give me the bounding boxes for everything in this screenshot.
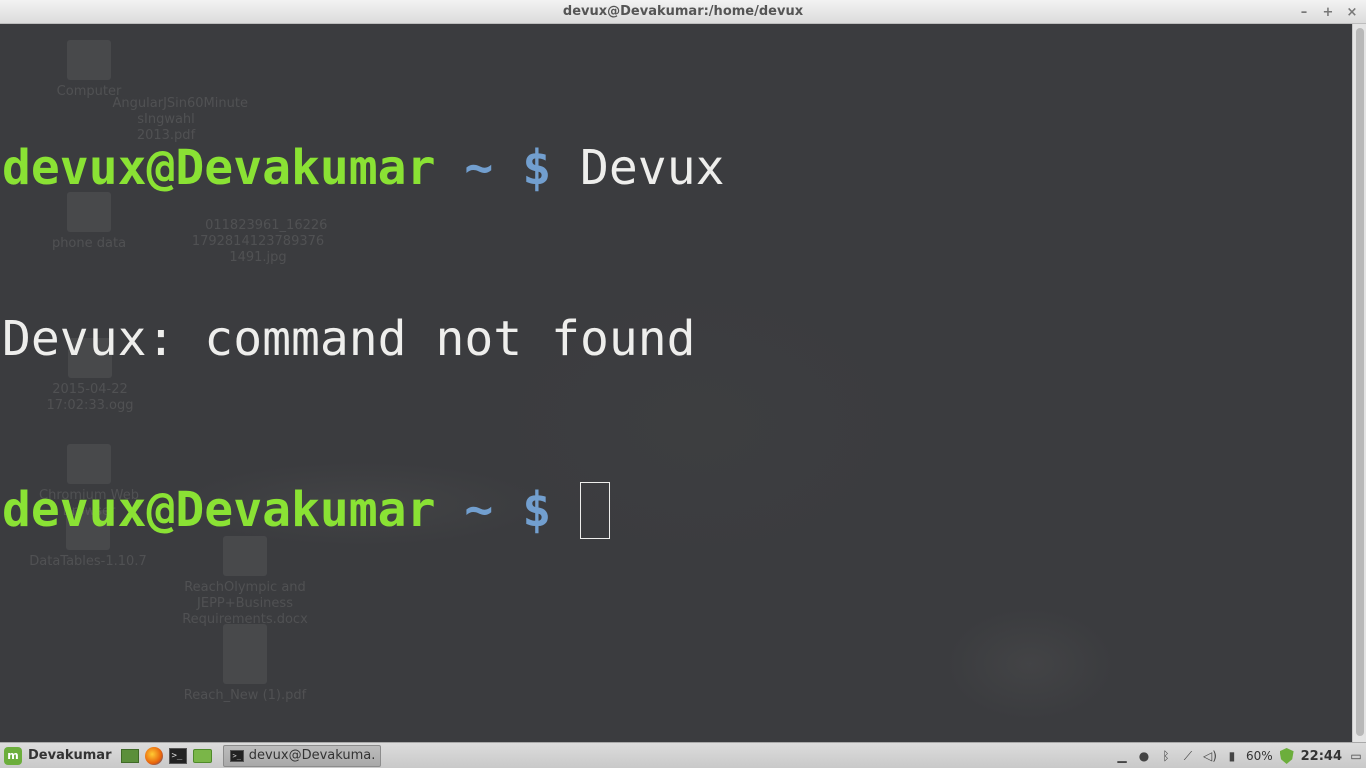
- task-label: devux@Devakuma...: [248, 748, 375, 763]
- command-text: Devux: [551, 140, 725, 196]
- user-icon[interactable]: ●: [1136, 748, 1152, 764]
- taskbar-panel: m Devakumar >_ >_ devux@Devakuma... ▁ ● …: [0, 742, 1366, 768]
- prompt-path: ~ $: [464, 482, 552, 538]
- firefox-launcher[interactable]: [143, 745, 165, 767]
- minimize-button[interactable]: –: [1296, 4, 1312, 20]
- menu-label: Devakumar: [28, 748, 112, 763]
- terminal-line: devux@Devakumar ~ $: [2, 482, 724, 539]
- terminal-icon: >_: [230, 749, 244, 762]
- terminal-line: devux@Devakumar ~ $ Devux: [2, 140, 724, 197]
- prompt-user: devux@Devakumar: [2, 482, 436, 538]
- terminal-icon: >_: [169, 747, 188, 764]
- mint-logo-icon: m: [4, 746, 22, 765]
- desktop-icon: [121, 748, 140, 763]
- terminal-launcher[interactable]: >_: [167, 745, 189, 767]
- window-titlebar[interactable]: devux@Devakumar:/home/devux – + ×: [0, 0, 1366, 24]
- network-icon[interactable]: ⟋: [1180, 748, 1196, 764]
- battery-level: 60%: [1245, 749, 1273, 763]
- close-button[interactable]: ×: [1344, 4, 1360, 20]
- keyboard-icon[interactable]: ▁: [1114, 748, 1130, 764]
- taskbar-window-terminal[interactable]: >_ devux@Devakuma...: [223, 744, 382, 767]
- text-cursor: [580, 482, 610, 539]
- terminal-output: devux@Devakumar ~ $ Devux Devux: command…: [2, 26, 724, 653]
- prompt-path: ~ $: [464, 140, 552, 196]
- prompt-user: devux@Devakumar: [2, 140, 436, 196]
- command-text: [551, 482, 580, 538]
- scrollbar-thumb[interactable]: [1356, 28, 1364, 736]
- battery-icon[interactable]: ▮: [1224, 748, 1240, 764]
- window-title: devux@Devakumar:/home/devux: [562, 4, 804, 19]
- maximize-button[interactable]: +: [1320, 4, 1336, 20]
- files-launcher[interactable]: [191, 745, 213, 767]
- terminal-output-line: Devux: command not found: [2, 311, 696, 367]
- start-menu-button[interactable]: m Devakumar: [0, 743, 117, 768]
- show-desktop-launcher[interactable]: [119, 745, 141, 767]
- terminal-scrollbar[interactable]: [1352, 24, 1366, 742]
- update-shield-icon[interactable]: [1279, 748, 1295, 764]
- volume-icon[interactable]: ◁): [1202, 748, 1218, 764]
- clock[interactable]: 22:44: [1301, 749, 1342, 764]
- show-desktop-icon[interactable]: ▭: [1348, 748, 1364, 764]
- terminal-view[interactable]: Computer AngularJSin60Minute sIngwahl 20…: [0, 24, 1352, 742]
- bluetooth-icon[interactable]: ᛒ: [1158, 748, 1174, 764]
- window-controls: – + ×: [1296, 0, 1360, 24]
- system-tray: ▁ ● ᛒ ⟋ ◁) ▮ 60% 22:44 ▭: [1114, 743, 1364, 768]
- firefox-icon: [145, 746, 164, 765]
- folder-icon: [192, 748, 212, 763]
